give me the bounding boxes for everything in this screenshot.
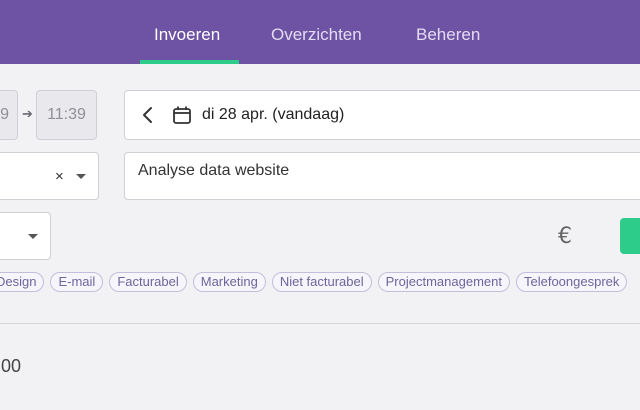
total-amount: ,00 bbox=[0, 356, 22, 376]
clear-icon[interactable]: × bbox=[55, 168, 64, 185]
tab-beheren[interactable]: Beheren bbox=[416, 0, 480, 64]
euro-icon[interactable]: € bbox=[558, 224, 572, 249]
save-button[interactable] bbox=[620, 218, 640, 254]
arrow-right-icon: ➔ bbox=[22, 106, 33, 121]
top-navigation: Invoeren Overzichten Beheren bbox=[0, 0, 640, 64]
description-value: Analyse data website bbox=[138, 162, 290, 179]
project-select[interactable]: × bbox=[0, 152, 99, 200]
divider bbox=[0, 323, 640, 324]
tag-telefoongesprek[interactable]: Telefoongesprek bbox=[515, 272, 628, 292]
date-picker[interactable]: di 28 apr. (vandaag) bbox=[124, 90, 640, 140]
tag-projectmanagement[interactable]: Projectmanagement bbox=[377, 272, 510, 292]
tag-email[interactable]: E-mail bbox=[50, 272, 104, 292]
start-time-value: 9 bbox=[0, 106, 9, 123]
chevron-down-icon[interactable] bbox=[28, 234, 38, 239]
tag-marketing[interactable]: Marketing bbox=[192, 272, 266, 292]
chevron-down-icon[interactable] bbox=[76, 174, 86, 179]
date-value: di 28 apr. (vandaag) bbox=[202, 106, 345, 123]
activity-select[interactable] bbox=[0, 212, 51, 260]
tag-niet-facturabel[interactable]: Niet facturabel bbox=[271, 272, 372, 292]
active-tab-indicator bbox=[140, 60, 239, 64]
tab-invoeren[interactable]: Invoeren bbox=[154, 0, 220, 64]
tab-overzichten[interactable]: Overzichten bbox=[271, 0, 362, 64]
start-time-input[interactable]: 9 bbox=[0, 90, 18, 140]
tag-list: Design E-mail Facturabel Marketing Niet … bbox=[0, 272, 628, 292]
tag-facturabel[interactable]: Facturabel bbox=[109, 272, 187, 292]
calendar-icon bbox=[172, 105, 192, 130]
chevron-left-icon[interactable] bbox=[139, 105, 157, 130]
end-time-input[interactable]: 11:39 bbox=[36, 90, 97, 140]
description-input[interactable]: Analyse data website bbox=[124, 152, 640, 200]
end-time-value: 11:39 bbox=[47, 106, 86, 123]
tag-design[interactable]: Design bbox=[0, 272, 45, 292]
